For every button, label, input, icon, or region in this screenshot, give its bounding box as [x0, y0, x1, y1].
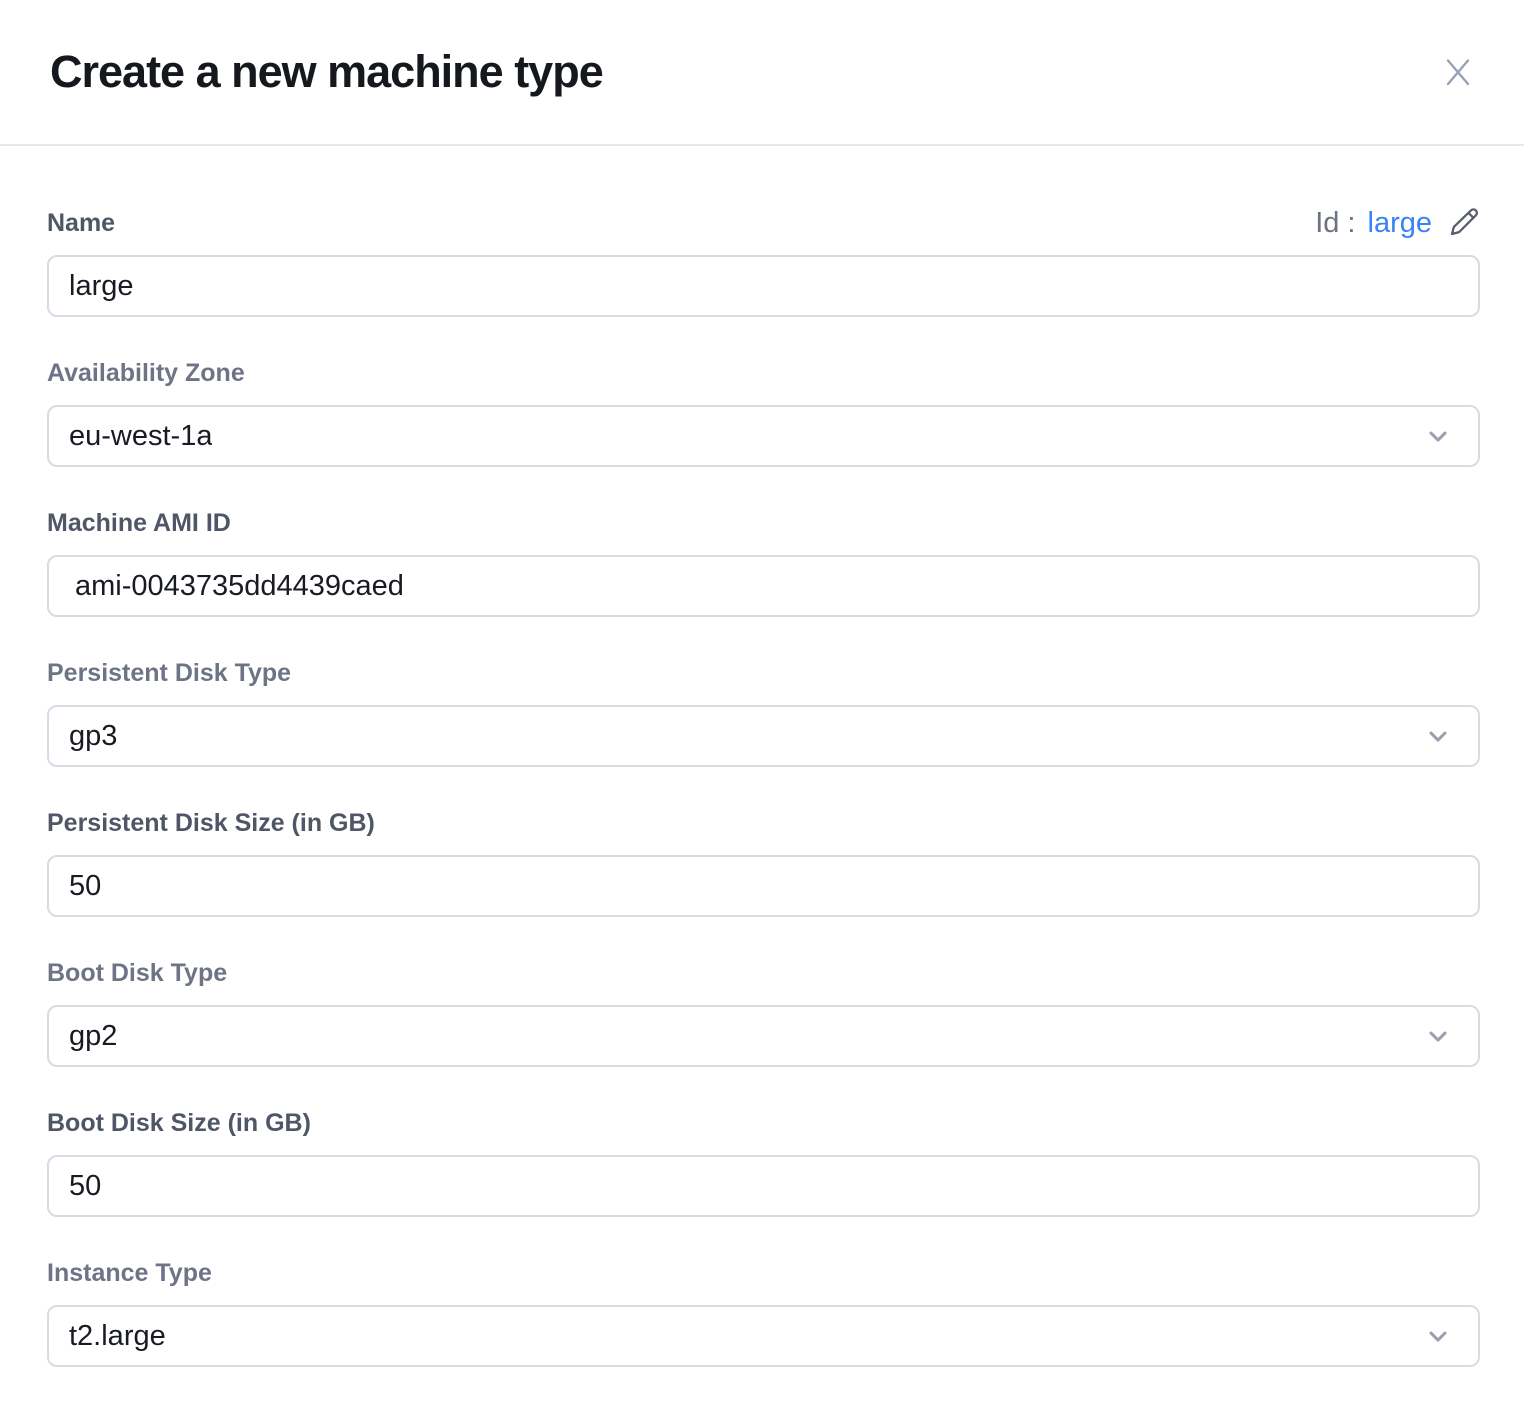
close-button[interactable] [1436, 50, 1480, 94]
persistent-disk-size-input[interactable] [47, 855, 1480, 917]
edit-id-button[interactable] [1448, 206, 1480, 241]
name-label: Name [47, 208, 115, 238]
instance-type-select[interactable]: t2.large [47, 1305, 1480, 1367]
chevron-down-icon [1424, 1022, 1452, 1050]
field-group-persistent-disk-type: Persistent Disk Type gp3 [47, 658, 1480, 767]
field-group-boot-disk-size: Boot Disk Size (in GB) [47, 1108, 1480, 1217]
field-group-persistent-disk-size: Persistent Disk Size (in GB) [47, 808, 1480, 917]
create-machine-type-modal: Create a new machine type Name Id : larg… [0, 0, 1524, 1418]
name-input[interactable] [47, 255, 1480, 317]
availability-zone-label: Availability Zone [47, 358, 245, 388]
machine-ami-id-label: Machine AMI ID [47, 508, 231, 538]
boot-disk-type-select[interactable]: gp2 [47, 1005, 1480, 1067]
boot-disk-type-value: gp2 [69, 1020, 117, 1053]
pencil-icon [1448, 206, 1480, 241]
instance-type-value: t2.large [69, 1320, 166, 1353]
boot-disk-type-label: Boot Disk Type [47, 958, 227, 988]
id-badge: Id : large [1315, 206, 1480, 241]
persistent-disk-type-select[interactable]: gp3 [47, 705, 1480, 767]
chevron-down-icon [1424, 422, 1452, 450]
availability-zone-select[interactable]: eu-west-1a [47, 405, 1480, 467]
persistent-disk-size-label: Persistent Disk Size (in GB) [47, 808, 375, 838]
boot-disk-size-input[interactable] [47, 1155, 1480, 1217]
instance-type-label: Instance Type [47, 1258, 212, 1288]
persistent-disk-type-value: gp3 [69, 720, 117, 753]
chevron-down-icon [1424, 722, 1452, 750]
field-group-availability-zone: Availability Zone eu-west-1a [47, 358, 1480, 467]
machine-ami-id-input[interactable] [47, 555, 1480, 617]
modal-header: Create a new machine type [0, 0, 1524, 146]
field-group-boot-disk-type: Boot Disk Type gp2 [47, 958, 1480, 1067]
boot-disk-size-label: Boot Disk Size (in GB) [47, 1108, 311, 1138]
modal-body: Name Id : large [0, 146, 1524, 1367]
modal-title: Create a new machine type [50, 46, 603, 98]
id-prefix-label: Id : [1315, 207, 1355, 240]
field-group-machine-ami-id: Machine AMI ID [47, 508, 1480, 617]
x-icon [1441, 55, 1475, 89]
field-group-instance-type: Instance Type t2.large [47, 1258, 1480, 1367]
persistent-disk-type-label: Persistent Disk Type [47, 658, 291, 688]
id-value: large [1368, 207, 1433, 240]
availability-zone-value: eu-west-1a [69, 420, 212, 453]
field-group-name: Name Id : large [47, 208, 1480, 317]
chevron-down-icon [1424, 1322, 1452, 1350]
